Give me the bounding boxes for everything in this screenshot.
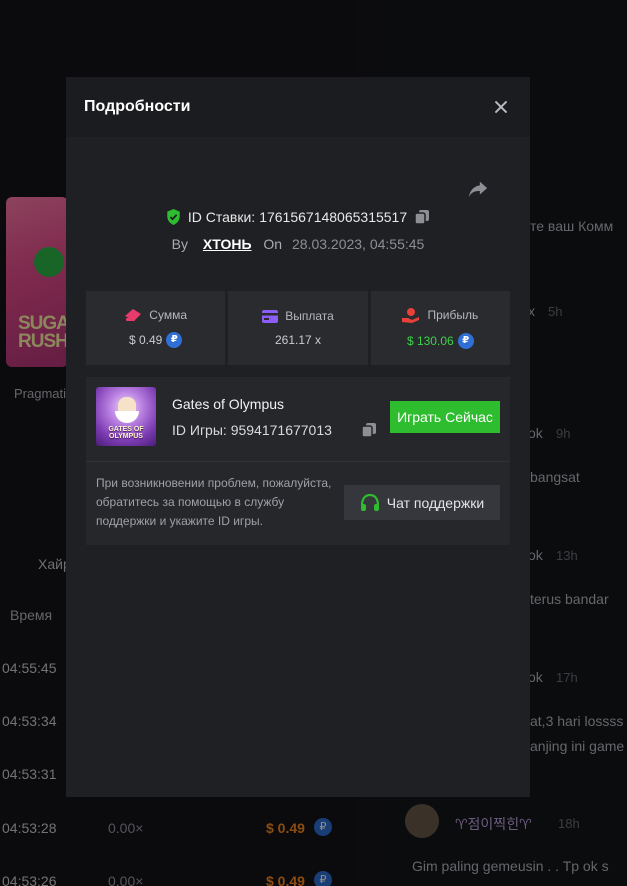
card-icon xyxy=(262,309,279,323)
game-panel: GATES OF OLYMPUS Gates of Olympus ID Игр… xyxy=(86,377,510,545)
play-now-button[interactable]: Играть Сейчас xyxy=(390,401,500,433)
bet-author-row: By ХТОНЬ On 28.03.2023, 04:55:45 xyxy=(66,236,530,252)
game-thumbnail[interactable]: GATES OF OLYMPUS xyxy=(96,387,156,446)
game-id-label: ID Игры: xyxy=(172,422,227,438)
modal-title: Подробности xyxy=(84,98,191,115)
share-icon[interactable] xyxy=(467,178,489,200)
stat-amount-value: $ 0.49 xyxy=(128,333,163,347)
divider xyxy=(86,461,510,462)
support-chat-button[interactable]: Чат поддержки xyxy=(344,485,500,520)
stat-profit: Прибыль $ 130.06 ₽ xyxy=(370,291,510,365)
zeus-beard-icon xyxy=(115,411,139,423)
bet-date: 28.03.2023, 04:55:45 xyxy=(291,236,425,252)
modal-header: Подробности xyxy=(66,77,530,137)
bet-id-row: ID Ставки: 1761567148065315517 xyxy=(66,209,530,229)
help-text: При возникновении проблем, пожалуйста, о… xyxy=(96,476,332,528)
copy-icon[interactable] xyxy=(414,209,430,225)
stat-amount-label: Сумма xyxy=(149,308,188,322)
ruble-icon: ₽ xyxy=(457,332,474,349)
username-link[interactable]: ХТОНЬ xyxy=(203,236,252,252)
support-chat-label: Чат поддержки xyxy=(386,494,485,511)
copy-icon[interactable] xyxy=(361,422,377,438)
hand-coin-icon xyxy=(402,307,420,323)
by-label: By xyxy=(171,236,189,252)
close-icon[interactable] xyxy=(490,96,512,118)
bet-stats: Сумма $ 0.49 ₽ Выплата 261.17 x Прибыль … xyxy=(86,291,510,365)
stat-payout-label: Выплата xyxy=(285,309,334,323)
game-name: Gates of Olympus xyxy=(172,396,285,412)
stat-payout: Выплата 261.17 x xyxy=(228,291,368,365)
headset-icon xyxy=(360,493,379,511)
bet-id-label: ID Ставки: xyxy=(187,209,256,225)
bet-id-value: 1761567148065315517 xyxy=(259,209,408,225)
game-thumbnail-title: GATES OF OLYMPUS xyxy=(108,426,144,440)
ruble-icon: ₽ xyxy=(166,332,183,348)
game-id: ID Игры: 9594171677013 xyxy=(172,422,332,438)
bet-details-modal: Подробности ID Ставки: 17615671480653155… xyxy=(66,77,530,797)
shield-check-icon xyxy=(167,209,180,225)
on-label: On xyxy=(263,236,283,252)
stat-profit-value: $ 130.06 xyxy=(406,333,454,348)
stat-profit-label: Прибыль xyxy=(427,308,479,322)
game-id-value: 9594171677013 xyxy=(230,422,332,438)
money-icon xyxy=(125,309,142,321)
stat-payout-value: 261.17 x xyxy=(274,333,322,347)
stat-amount: Сумма $ 0.49 ₽ xyxy=(86,291,226,365)
